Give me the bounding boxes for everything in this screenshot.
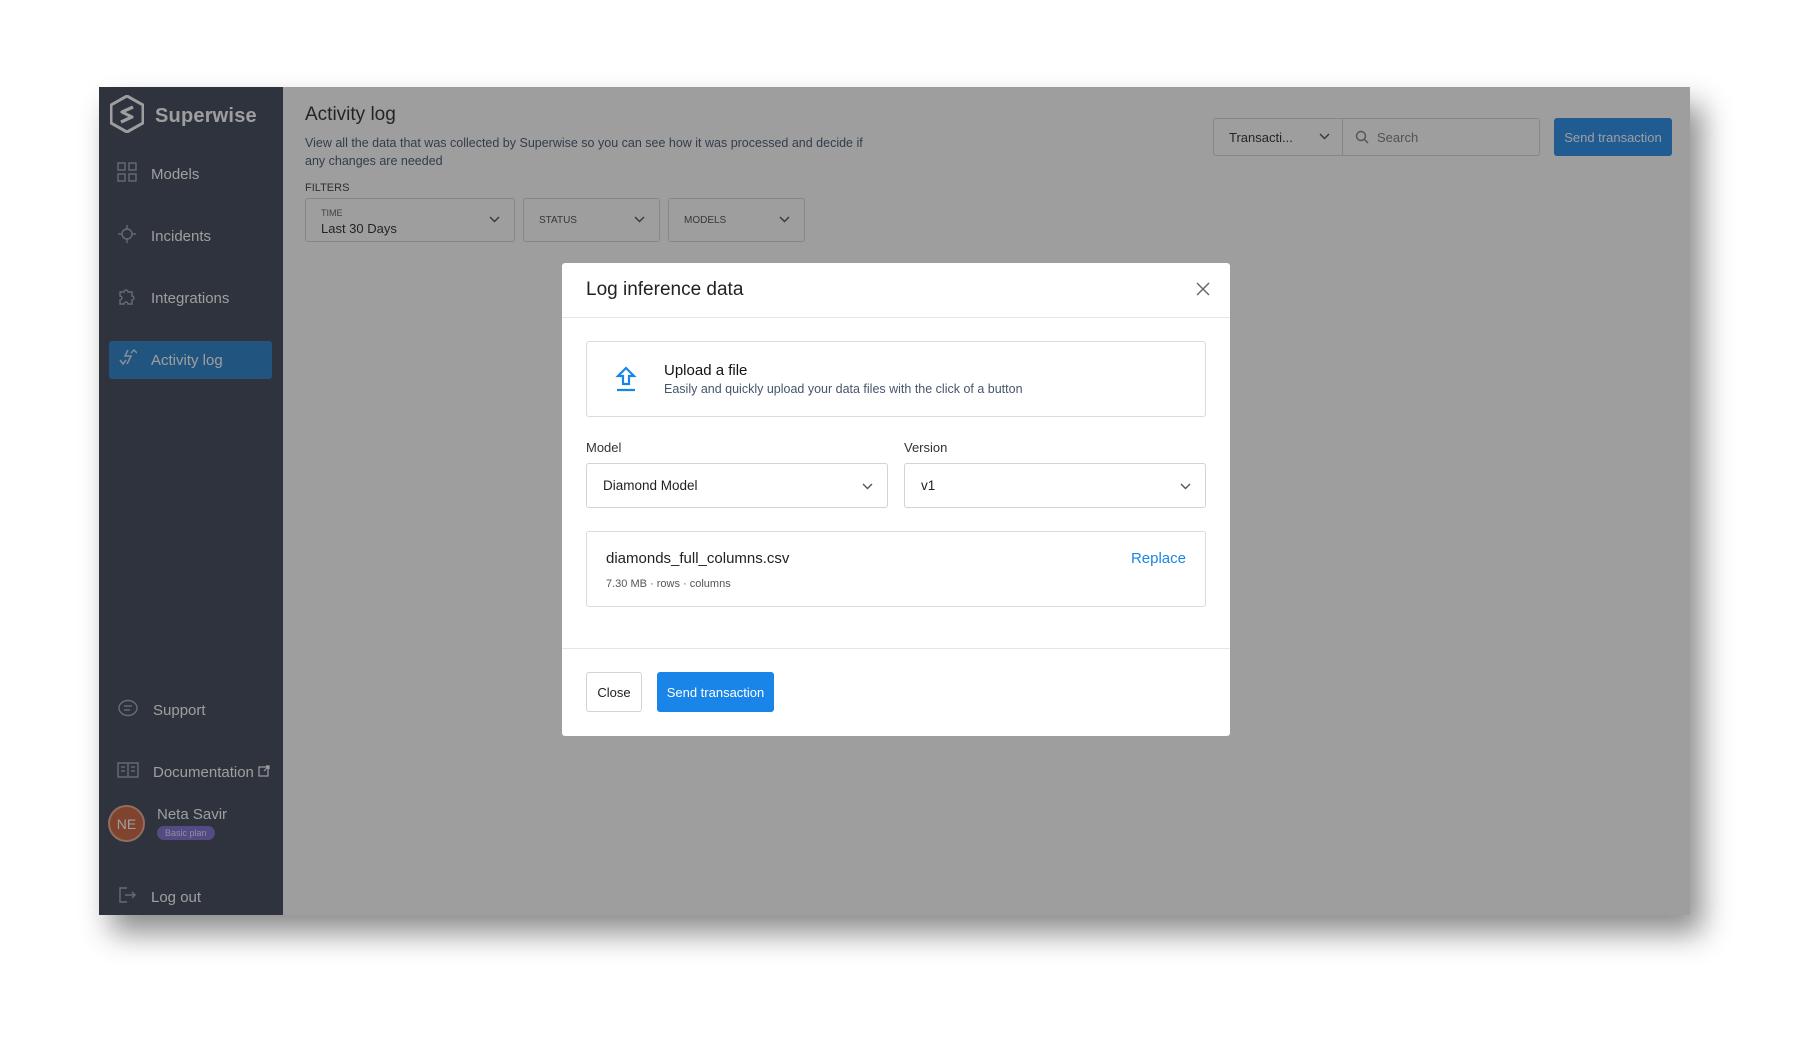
selected-file-card: diamonds_full_columns.csv 7.30 MB · rows… — [586, 531, 1206, 607]
replace-file-link[interactable]: Replace — [1131, 550, 1186, 567]
modal-title: Log inference data — [586, 279, 744, 300]
modal-footer: Close Send transaction — [562, 648, 1230, 736]
select-value: Diamond Model — [603, 478, 698, 493]
modal-header: Log inference data — [562, 263, 1230, 318]
model-select[interactable]: Diamond Model — [586, 463, 888, 508]
log-inference-modal: Log inference data Upload a file Easily … — [562, 263, 1230, 736]
version-label: Version — [904, 440, 948, 455]
app-window: Superwise Models Incidents Integrations … — [99, 87, 1690, 915]
close-button[interactable]: Close — [586, 672, 642, 712]
chevron-down-icon — [862, 483, 873, 490]
select-value: v1 — [921, 478, 936, 493]
upload-subtitle: Easily and quickly upload your data file… — [664, 382, 1023, 396]
file-meta: 7.30 MB · rows · columns — [606, 578, 731, 590]
file-name: diamonds_full_columns.csv — [606, 550, 790, 567]
upload-title: Upload a file — [664, 362, 748, 379]
model-label: Model — [586, 440, 622, 455]
chevron-down-icon — [1180, 483, 1191, 490]
close-icon[interactable] — [1196, 282, 1210, 301]
upload-file-area[interactable]: Upload a file Easily and quickly upload … — [586, 341, 1206, 417]
upload-icon — [614, 365, 638, 398]
version-select[interactable]: v1 — [904, 463, 1206, 508]
modal-send-transaction-button[interactable]: Send transaction — [657, 672, 774, 712]
